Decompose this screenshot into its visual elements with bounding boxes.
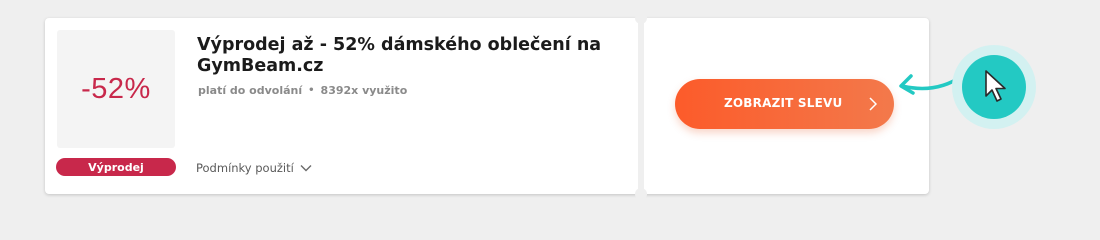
mouse-pointer-icon [985, 70, 1006, 102]
cursor-badge [962, 55, 1026, 119]
coupon-title: Výprodej až - 52% dámského oblečení na G… [197, 35, 602, 76]
terms-toggle[interactable]: Podmínky použití [196, 161, 312, 175]
discount-value: -52% [81, 72, 151, 105]
card-divider [635, 12, 647, 200]
terms-label: Podmínky použití [196, 161, 294, 175]
coupon-meta: platí do odvolání • 8392x využito [198, 84, 407, 97]
show-discount-label: ZOBRAZIT SLEVU [724, 96, 843, 110]
meta-separator: • [308, 85, 315, 96]
validity-text: platí do odvolání [198, 84, 303, 97]
show-discount-button[interactable]: ZOBRAZIT SLEVU [675, 79, 894, 129]
coupon-type-badge: Výprodej [56, 158, 176, 176]
usage-count: 8392x využito [320, 84, 408, 97]
discount-box: -52% [57, 30, 175, 148]
chevron-right-icon [869, 97, 877, 111]
chevron-down-icon [300, 165, 312, 172]
coupon-card: -52% Výprodej Výprodej až - 52% dámského… [45, 12, 929, 200]
